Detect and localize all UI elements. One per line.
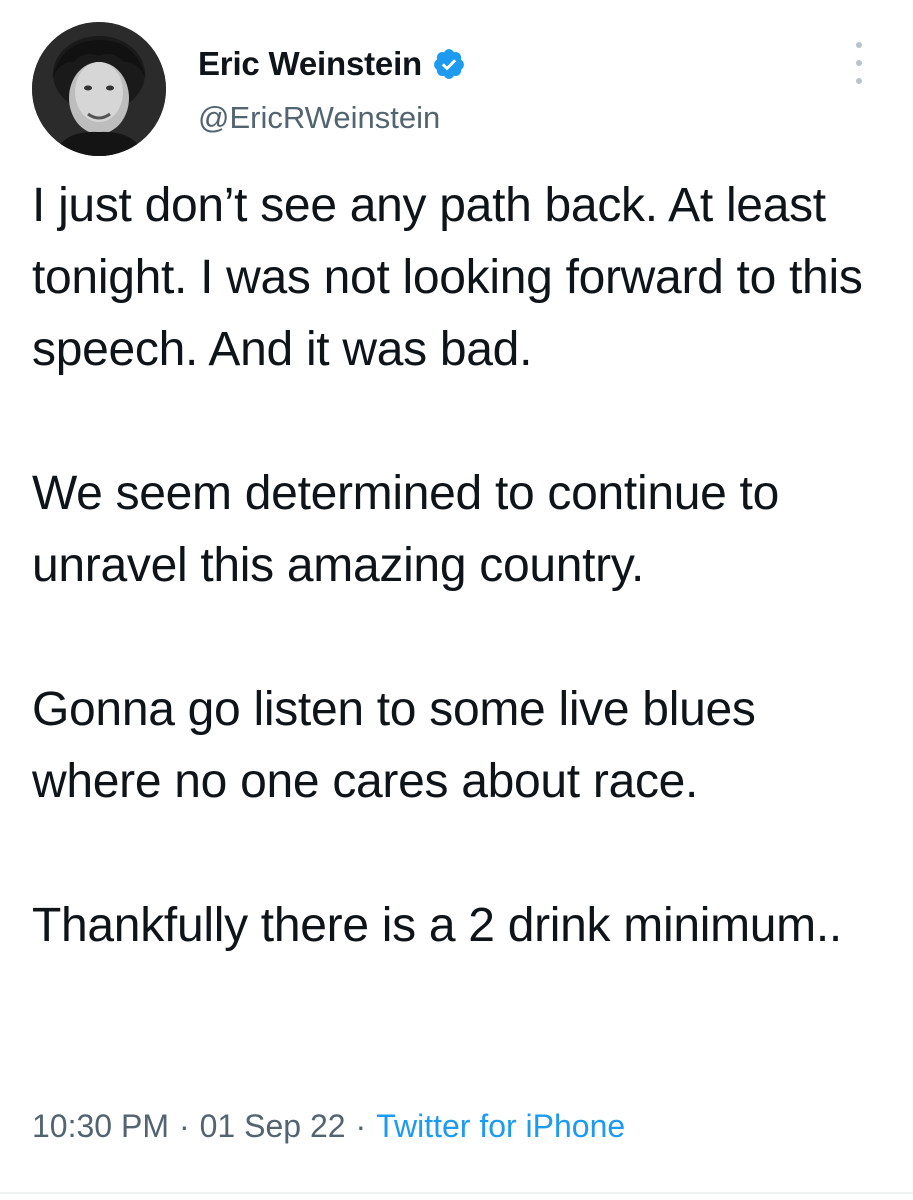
separator: · — [355, 1108, 367, 1144]
tweet-source-link[interactable]: Twitter for iPhone — [376, 1108, 625, 1144]
author-name-row[interactable]: Eric Weinstein — [198, 40, 466, 88]
verified-badge-icon — [434, 49, 464, 79]
tweet-text: I just don’t see any path back. At least… — [32, 170, 892, 962]
tweet-time[interactable]: 10:30 PM — [32, 1108, 169, 1144]
more-options-icon[interactable] — [848, 42, 870, 84]
author-handle[interactable]: @EricRWeinstein — [198, 100, 440, 136]
tweet-paragraph: Thankfully there is a 2 drink minimum.. — [32, 899, 842, 952]
tweet-date[interactable]: 01 Sep 22 — [200, 1108, 346, 1144]
divider — [0, 1192, 913, 1194]
tweet-paragraph: Gonna go listen to some live blues where… — [32, 683, 769, 808]
tweet-paragraph: I just don’t see any path back. At least… — [32, 179, 876, 376]
avatar[interactable] — [32, 22, 166, 156]
separator: · — [178, 1108, 190, 1144]
tweet-metadata: 10:30 PM · 01 Sep 22 · Twitter for iPhone — [32, 1108, 625, 1145]
display-name[interactable]: Eric Weinstein — [198, 45, 422, 83]
profile-photo-icon — [32, 22, 166, 156]
tweet-paragraph: We seem determined to continue to unrave… — [32, 467, 793, 592]
tweet-card: Eric Weinstein @EricRWeinstein I just do… — [0, 0, 913, 1200]
